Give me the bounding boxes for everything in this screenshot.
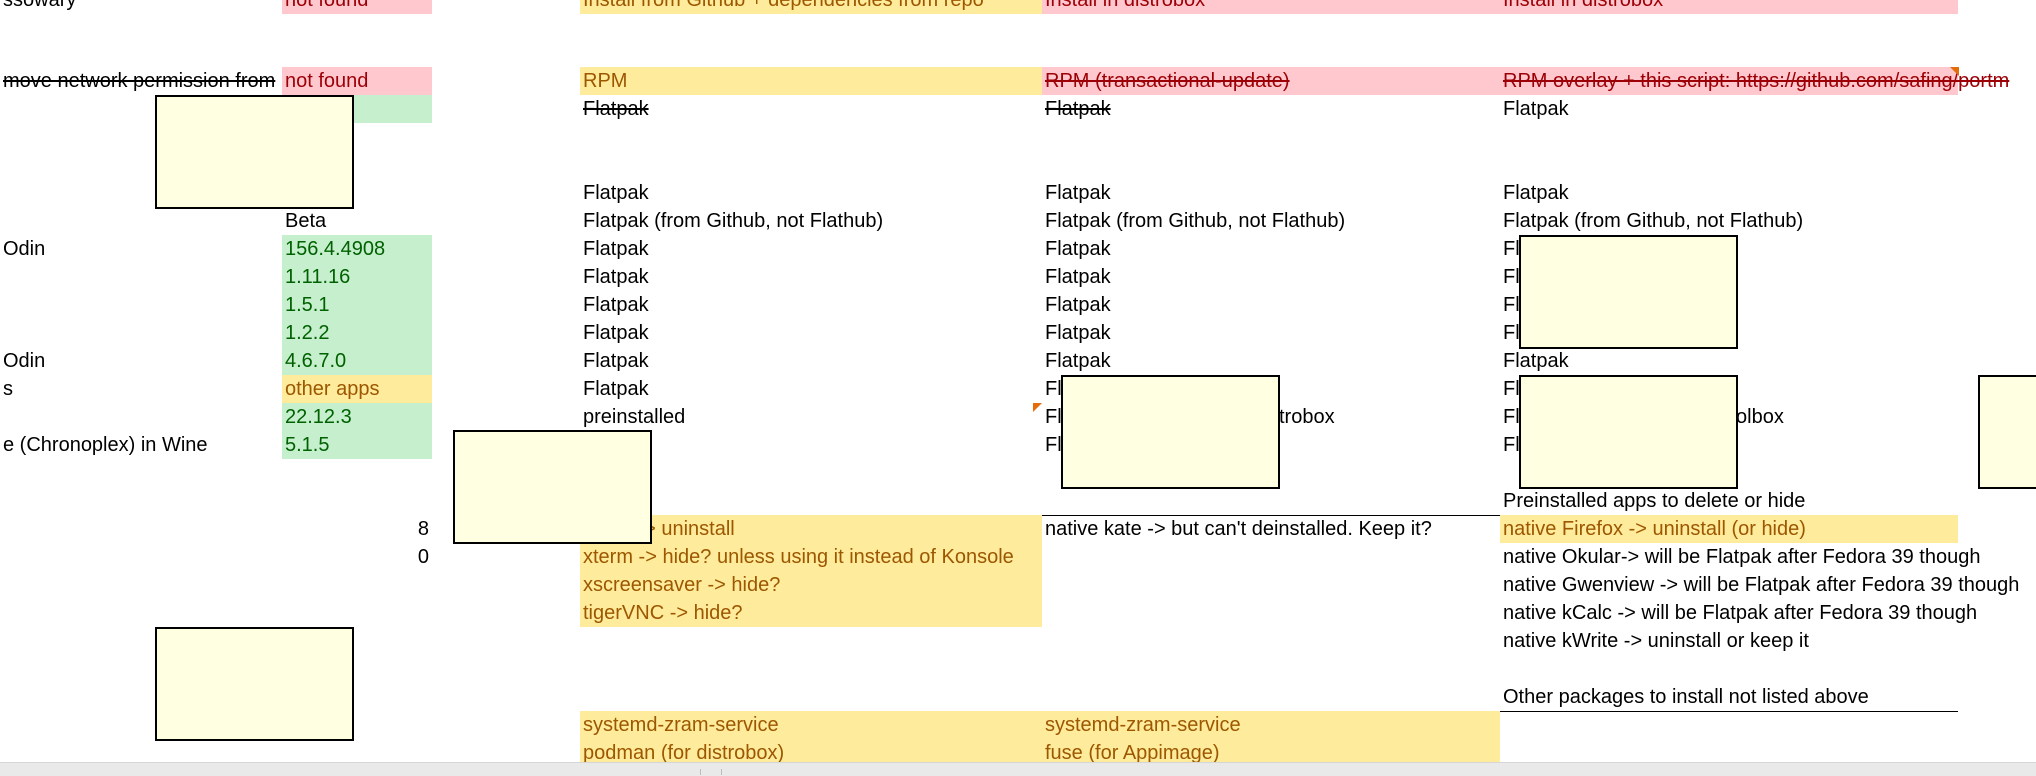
- cell-b-r12[interactable]: 5.1.5: [282, 431, 432, 459]
- cell-d-r5[interactable]: Flatpak (from Github, not Flathub): [580, 207, 1042, 235]
- cell-f-r3[interactable]: Flatpak: [1500, 95, 1958, 123]
- cell-a-r4[interactable]: Odin: [0, 347, 282, 375]
- comment-box[interactable]: [1061, 375, 1280, 489]
- cell-c-n1[interactable]: 8: [380, 515, 432, 543]
- horizontal-scrollbar[interactable]: [0, 762, 2036, 776]
- cell-c-n2[interactable]: 0: [380, 543, 432, 571]
- cell-f-r1[interactable]: Install in distrobox: [1500, 0, 1958, 14]
- cell-d-r9[interactable]: Flatpak: [580, 319, 1042, 347]
- cell-d-r7[interactable]: Flatpak: [580, 263, 1042, 291]
- cell-e-r9[interactable]: Flatpak: [1042, 319, 1500, 347]
- cell-f-p2[interactable]: native Okular-> will be Flatpak after Fe…: [1500, 543, 1980, 571]
- cell-b-r7[interactable]: 1.5.1: [282, 291, 432, 319]
- cell-d-r12[interactable]: preinstalled: [580, 403, 1042, 431]
- scrollbar-grip-icon[interactable]: [700, 769, 722, 775]
- comment-box[interactable]: [453, 430, 652, 544]
- cell-b-r8[interactable]: 1.2.2: [282, 319, 432, 347]
- cell-a-r2[interactable]: move network permission from: [0, 67, 282, 95]
- comment-box[interactable]: [1978, 375, 2036, 489]
- cell-b-r4[interactable]: Beta: [282, 207, 432, 235]
- cell-b-r9[interactable]: 4.6.7.0: [282, 347, 432, 375]
- cell-e-r4[interactable]: Flatpak: [1042, 179, 1500, 207]
- comment-indicator-icon: [1033, 403, 1042, 412]
- cell-b-r2[interactable]: not found: [282, 67, 432, 95]
- cell-d-r10[interactable]: Flatpak: [580, 347, 1042, 375]
- cell-f-r5[interactable]: Flatpak (from Github, not Flathub): [1500, 207, 1958, 235]
- cell-f-r2[interactable]: RPM overlay + this script: https://githu…: [1500, 67, 2009, 95]
- cell-d-r4[interactable]: Flatpak: [580, 179, 1042, 207]
- cell-f-p1[interactable]: native Firefox -> uninstall (or hide): [1500, 515, 1958, 543]
- cell-a-r6[interactable]: e (Chronoplex) in Wine: [0, 431, 282, 459]
- cell-e-r12-tail: trobox: [1279, 406, 1335, 428]
- cell-b-r5[interactable]: 156.4.4908: [282, 235, 432, 263]
- cell-b-r10[interactable]: other apps: [282, 375, 432, 403]
- cell-e-o1[interactable]: systemd-zram-service: [1042, 711, 1500, 739]
- cell-f-r10[interactable]: Flatpak: [1500, 347, 1958, 375]
- cell-f-p3[interactable]: native Gwenview -> will be Flatpak after…: [1500, 571, 2019, 599]
- comment-indicator-icon: [1950, 67, 1959, 76]
- cell-e-r10[interactable]: Flatpak: [1042, 347, 1500, 375]
- comment-box[interactable]: [155, 95, 354, 209]
- cell-d-r8[interactable]: Flatpak: [580, 291, 1042, 319]
- cell-e-r3[interactable]: Flatpak: [1042, 95, 1500, 123]
- cell-b-r1[interactable]: not found: [282, 0, 432, 14]
- cell-e-p1[interactable]: native kate -> but can't deinstalled. Ke…: [1042, 515, 1500, 543]
- cell-d-p2[interactable]: xterm -> hide? unless using it instead o…: [580, 543, 1042, 571]
- comment-box[interactable]: [1519, 375, 1738, 489]
- cell-b-r11[interactable]: 22.12.3: [282, 403, 432, 431]
- cell-e-r6[interactable]: Flatpak: [1042, 235, 1500, 263]
- cell-a-r3[interactable]: Odin: [0, 235, 282, 263]
- cell-b-r6[interactable]: 1.11.16: [282, 263, 432, 291]
- cell-d-r11[interactable]: Flatpak: [580, 375, 1042, 403]
- cell-f-p5[interactable]: native kWrite -> uninstall or keep it: [1500, 627, 1958, 655]
- comment-box[interactable]: [155, 627, 354, 741]
- cell-e-r7[interactable]: Flatpak: [1042, 263, 1500, 291]
- cell-d-r1[interactable]: Install from Github + dependencies from …: [580, 0, 1042, 14]
- cell-e-r5[interactable]: Flatpak (from Github, not Flathub): [1042, 207, 1500, 235]
- cell-f-r12-tail: olbox: [1736, 406, 1784, 428]
- cell-d-o1[interactable]: systemd-zram-service: [580, 711, 1042, 739]
- cell-d-r2[interactable]: RPM: [580, 67, 1042, 95]
- cell-e-r2[interactable]: RPM (transactional-update): [1042, 67, 1500, 95]
- comment-box[interactable]: [1519, 235, 1738, 349]
- cell-d-r3[interactable]: Flatpak: [580, 95, 1042, 123]
- cell-f-p4[interactable]: native kCalc -> will be Flatpak after Fe…: [1500, 599, 1977, 627]
- cell-f-r4[interactable]: Flatpak: [1500, 179, 1958, 207]
- cell-e-r1[interactable]: Install in distrobox: [1042, 0, 1500, 14]
- cell-d-r6[interactable]: Flatpak: [580, 235, 1042, 263]
- cell-a-r5[interactable]: s: [0, 375, 282, 403]
- section-header-preinstalled[interactable]: Preinstalled apps to delete or hide: [1500, 487, 1958, 515]
- cell-d-p4[interactable]: tigerVNC -> hide?: [580, 599, 1042, 627]
- cell-d-p3[interactable]: xscreensaver -> hide?: [580, 571, 1042, 599]
- cell-a-r1[interactable]: ssowary: [0, 0, 282, 14]
- section-header-other-packages[interactable]: Other packages to install not listed abo…: [1500, 683, 1958, 711]
- cell-e-r8[interactable]: Flatpak: [1042, 291, 1500, 319]
